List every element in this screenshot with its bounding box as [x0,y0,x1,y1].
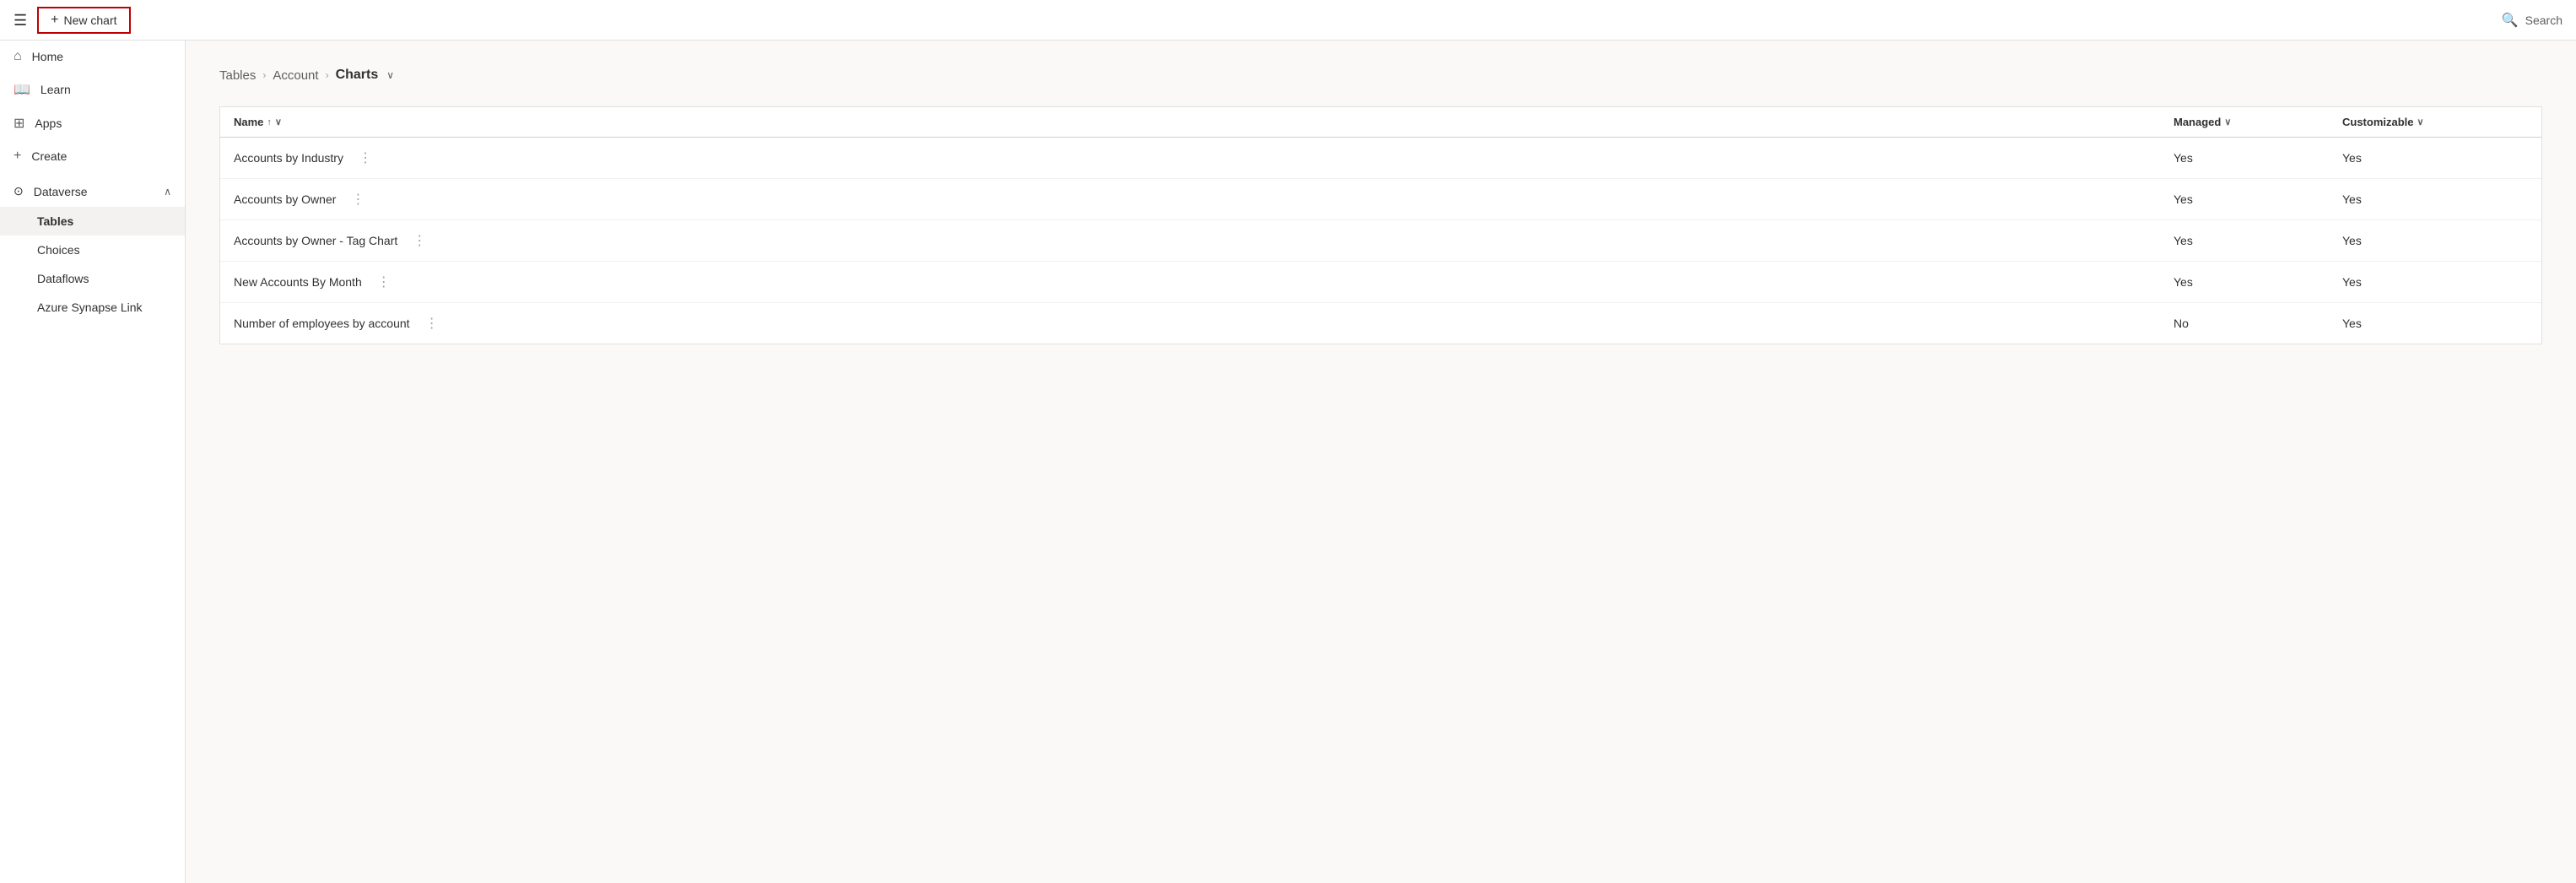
table-row: Number of employees by account ⋮ No Yes [220,303,2541,344]
more-options-icon-4[interactable]: ⋮ [420,313,444,333]
filter-name-icon: ∨ [275,116,282,127]
more-options-icon-0[interactable]: ⋮ [354,148,377,168]
apps-icon: ⊞ [14,115,24,132]
table-header: Name ↑ ∨ Managed ∨ Customizable ∨ [220,107,2541,138]
table-row: Accounts by Industry ⋮ Yes Yes [220,138,2541,179]
col-header-name[interactable]: Name ↑ ∨ [234,116,2174,128]
new-chart-label: New chart [63,14,116,27]
dataverse-label: Dataverse [34,185,88,198]
main-layout: ⌂ Home 📖 Learn ⊞ Apps + Create ⊙ Dataver… [0,41,2576,883]
table-row: Accounts by Owner ⋮ Yes Yes [220,179,2541,220]
row-managed-2: Yes [2174,234,2342,247]
table-row: Accounts by Owner - Tag Chart ⋮ Yes Yes [220,220,2541,262]
sidebar-dataverse-header[interactable]: ⊙ Dataverse ∧ [0,176,185,207]
dataverse-icon: ⊙ [14,184,24,198]
col-header-managed[interactable]: Managed ∨ [2174,116,2342,128]
row-name-4: Number of employees by account ⋮ [234,313,2174,333]
sidebar-item-azure-synapse[interactable]: Azure Synapse Link [0,293,185,322]
sidebar-item-home[interactable]: ⌂ Home [0,41,185,73]
breadcrumb-charts: Charts [336,68,379,83]
filter-customizable-icon: ∨ [2417,116,2424,127]
breadcrumb-separator-1: › [262,69,266,81]
more-options-icon-1[interactable]: ⋮ [346,189,370,209]
sidebar-item-create[interactable]: + Create [0,140,185,172]
chevron-up-icon: ∧ [164,186,171,198]
row-customizable-4: Yes [2342,317,2528,330]
create-label: Create [31,149,67,163]
row-name-text-1: Accounts by Owner [234,192,336,206]
col-header-customizable[interactable]: Customizable ∨ [2342,116,2528,128]
learn-icon: 📖 [14,81,30,98]
breadcrumb-separator-2: › [326,69,329,81]
sidebar-item-learn[interactable]: 📖 Learn [0,73,185,106]
row-managed-1: Yes [2174,192,2342,206]
row-customizable-1: Yes [2342,192,2528,206]
new-chart-button[interactable]: + New chart [37,7,130,34]
col-name-label: Name [234,116,263,128]
search-icon: 🔍 [2502,12,2519,29]
row-customizable-3: Yes [2342,275,2528,289]
sidebar-item-choices[interactable]: Choices [0,236,185,264]
row-name-3: New Accounts By Month ⋮ [234,272,2174,292]
row-managed-4: No [2174,317,2342,330]
row-name-1: Accounts by Owner ⋮ [234,189,2174,209]
row-name-0: Accounts by Industry ⋮ [234,148,2174,168]
table-row: New Accounts By Month ⋮ Yes Yes [220,262,2541,303]
col-managed-label: Managed [2174,116,2221,128]
row-name-text-4: Number of employees by account [234,317,410,330]
breadcrumb-tables[interactable]: Tables [219,68,256,83]
content-area: Tables › Account › Charts ∨ Name ↑ ∨ Man… [186,41,2576,883]
row-name-text-2: Accounts by Owner - Tag Chart [234,234,397,247]
sidebar-dataverse-section: ⊙ Dataverse ∧ Tables Choices Dataflows A… [0,176,185,322]
row-managed-0: Yes [2174,151,2342,165]
create-icon: + [14,149,21,164]
apps-label: Apps [35,116,62,130]
toolbar-left: ☰ + New chart [14,7,131,34]
sidebar-item-apps[interactable]: ⊞ Apps [0,106,185,140]
row-name-text-0: Accounts by Industry [234,151,343,165]
sort-asc-icon: ↑ [267,117,272,127]
search-area[interactable]: 🔍 Search [2502,12,2562,29]
filter-managed-icon: ∨ [2224,116,2231,127]
breadcrumb: Tables › Account › Charts ∨ [219,68,2542,83]
breadcrumb-account[interactable]: Account [273,68,318,83]
toolbar: ☰ + New chart 🔍 Search [0,0,2576,41]
sidebar-item-dataflows[interactable]: Dataflows [0,264,185,293]
sidebar-item-tables[interactable]: Tables [0,207,185,236]
home-label: Home [32,50,63,63]
more-options-icon-3[interactable]: ⋮ [372,272,396,292]
search-label: Search [2525,14,2562,27]
col-customizable-label: Customizable [2342,116,2414,128]
row-customizable-2: Yes [2342,234,2528,247]
hamburger-icon[interactable]: ☰ [14,13,27,28]
row-name-text-3: New Accounts By Month [234,275,362,289]
breadcrumb-dropdown-icon[interactable]: ∨ [386,69,394,81]
row-customizable-0: Yes [2342,151,2528,165]
more-options-icon-2[interactable]: ⋮ [408,230,431,251]
learn-label: Learn [41,83,71,96]
charts-table: Name ↑ ∨ Managed ∨ Customizable ∨ Accoun… [219,106,2542,344]
home-icon: ⌂ [14,49,22,64]
row-name-2: Accounts by Owner - Tag Chart ⋮ [234,230,2174,251]
sidebar: ⌂ Home 📖 Learn ⊞ Apps + Create ⊙ Dataver… [0,41,186,883]
plus-icon: + [51,13,58,28]
row-managed-3: Yes [2174,275,2342,289]
